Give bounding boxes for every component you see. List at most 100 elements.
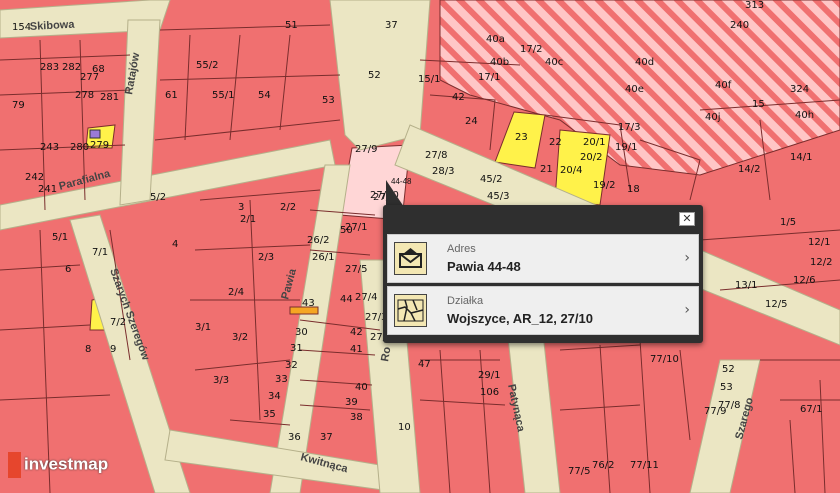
parcel-number: 35	[263, 409, 276, 420]
parcel-number: 5/2	[150, 192, 166, 203]
parcel-number: 17/3	[618, 122, 640, 133]
parcel-number: 19/2	[593, 180, 615, 191]
parcel-number: 12/1	[808, 237, 830, 248]
parcel-number: 40	[355, 382, 368, 393]
parcel-number: 40d	[635, 57, 654, 68]
parcel-number: 53	[322, 95, 335, 106]
parcel-number: 2/1	[240, 214, 256, 225]
street-name: Ro	[379, 346, 393, 363]
parcel-number: 45/2	[480, 174, 502, 185]
parcel-number: 7/2	[110, 317, 126, 328]
parcel-number: 40a	[486, 34, 505, 45]
address-row[interactable]: Adres Pawia 44-48 ›	[387, 234, 699, 283]
parcel-number: 8	[85, 344, 91, 355]
parcel-number: 32	[285, 360, 298, 371]
close-icon[interactable]: ✕	[679, 212, 695, 226]
parcel-number: 77/9	[704, 406, 726, 417]
parcel-number: 324	[790, 84, 809, 95]
parcel-number: 31	[290, 343, 303, 354]
parcel-number: 34	[268, 391, 281, 402]
parcel-number: 5/1	[52, 232, 68, 243]
parcel-number: 313	[745, 0, 764, 11]
parcel-number: 40e	[625, 84, 644, 95]
parcel-number: 27/8	[425, 150, 447, 161]
parcel-number: 19/1	[615, 142, 637, 153]
parcel-number: 77/11	[630, 460, 659, 471]
parcel-number: 3/2	[232, 332, 248, 343]
parcel-number: 40c	[545, 57, 563, 68]
parcel-number: 15	[752, 99, 765, 110]
chevron-right-icon: ›	[684, 302, 690, 318]
parcel-number: 51	[285, 20, 298, 31]
building-icon	[89, 129, 101, 139]
parcel-number: 283	[40, 62, 59, 73]
parcel-number: 154	[12, 22, 31, 33]
parcel-number: 50	[340, 225, 353, 236]
parcel-number: 40h	[795, 110, 814, 121]
parcel-number: 242	[25, 172, 44, 183]
parcel-number: 24	[465, 116, 478, 127]
parcel-number: 2/4	[228, 287, 244, 298]
parcel-number: 6	[65, 264, 71, 275]
parcel-number: 77/10	[650, 354, 679, 365]
parcel-number: 30	[295, 327, 308, 338]
parcel-number: 45/3	[487, 191, 509, 202]
address-label: Adres	[447, 243, 476, 255]
parcel-number: 279	[90, 140, 109, 151]
street-name: Skibowa	[30, 19, 76, 33]
parcel-number: 28/3	[432, 166, 454, 177]
parcel-number: 55/2	[196, 60, 218, 71]
parcel-number: 20/1	[583, 137, 605, 148]
parcel-number: 240	[730, 20, 749, 31]
parcel-number: 37	[320, 432, 333, 443]
parcel-number: 40b	[490, 57, 509, 68]
parcel-number: 277	[80, 72, 99, 83]
parcel-number: 52	[368, 70, 381, 81]
parcel-number: 4	[172, 239, 178, 250]
parcel-number: 36	[288, 432, 301, 443]
parcel-number: 3	[238, 202, 244, 213]
parcel-number: 47	[418, 359, 431, 370]
logo-mark-icon	[8, 452, 21, 478]
parcel-row[interactable]: Działka Wojszyce, AR_12, 27/10 ›	[387, 286, 699, 335]
parcel-number: 61	[165, 90, 178, 101]
investmap-logo: investmap	[8, 452, 108, 478]
envelope-icon	[394, 242, 427, 275]
parcel-number: 43	[302, 298, 315, 309]
parcel-number: 54	[258, 90, 271, 101]
parcel-number: 281	[100, 92, 119, 103]
parcel-popup: ✕ Adres Pawia 44-48 › Działka Wojszyce, …	[383, 205, 703, 343]
parcel-number: 278	[75, 90, 94, 101]
parcel-number: 3/1	[195, 322, 211, 333]
parcel-map-icon	[394, 294, 427, 327]
parcel-number: 37	[385, 20, 398, 31]
parcel-number: 17/2	[520, 44, 542, 55]
parcel-number: 106	[480, 387, 499, 398]
parcel-number: 280	[70, 142, 89, 153]
parcel-number: 26/1	[312, 252, 334, 263]
address-value: Pawia 44-48	[447, 259, 521, 274]
parcel-number: 12/2	[810, 257, 832, 268]
parcel-number: 55/1	[212, 90, 234, 101]
parcel-number: 12/5	[765, 299, 787, 310]
parcel-number: 29/1	[478, 370, 500, 381]
parcel-number: 18	[627, 184, 640, 195]
parcel-number: 76/2	[592, 460, 614, 471]
parcel-number: 12/6	[793, 275, 815, 286]
parcel-number: 9	[110, 344, 116, 355]
parcel-number: 23	[515, 132, 528, 143]
parcel-number: 53	[720, 382, 733, 393]
parcel-label: Działka	[447, 295, 484, 307]
parcel-number: 79	[12, 100, 25, 111]
parcel-number: 21	[540, 164, 553, 175]
parcel-number: 10	[398, 422, 411, 433]
parcel-number: 20/2	[580, 152, 602, 163]
parcel-number: 2/3	[258, 252, 274, 263]
parcel-number: 282	[62, 62, 81, 73]
parcel-number: 243	[40, 142, 59, 153]
parcel-number: 27/9	[355, 144, 377, 155]
parcel-number: 14/1	[790, 152, 812, 163]
parcel-number: 1/5	[780, 217, 796, 228]
parcel-number: 41	[350, 344, 363, 355]
parcel-number: 67/1	[800, 404, 822, 415]
